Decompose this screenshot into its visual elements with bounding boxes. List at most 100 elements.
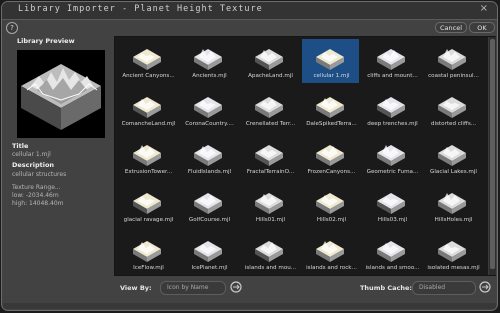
preview-heading: Library Preview (17, 37, 75, 45)
thumbnail-label: Hills01.mjl (255, 217, 286, 223)
terrain-thumbnail-icon (133, 241, 161, 262)
terrain-thumbnail-icon (255, 49, 283, 70)
terrain-thumbnail-icon (316, 97, 344, 118)
thumbnail-label: FrozenCanyons... (307, 169, 356, 175)
thumbnail-label: ApacheLand.mjl (248, 73, 293, 79)
thumbnail-item[interactable]: cliffs and mount... (363, 39, 421, 85)
terrain-thumbnail-icon (377, 49, 405, 70)
terrain-thumbnail-icon (133, 145, 161, 166)
thumbnail-item[interactable]: Hills01.mjl (241, 183, 299, 229)
thumbnail-label: deep trenches.mjl (367, 121, 418, 127)
view-by-label: View By: (120, 284, 152, 292)
title-value: cellular 1.mjl (12, 151, 51, 158)
thumbnail-item[interactable]: islands and mou... (241, 231, 299, 275)
thumbnail-item[interactable]: FrozenCanyons... (302, 135, 360, 181)
terrain-thumbnail-icon (377, 97, 405, 118)
description-label: Description (12, 161, 55, 169)
texture-range-high: high: 14048.40m (12, 200, 64, 207)
thumbnail-label: GolfCourse.mjl (188, 217, 231, 223)
ok-button[interactable]: OK (469, 22, 495, 33)
close-icon[interactable]: × (480, 3, 488, 14)
cancel-button[interactable]: Cancel (435, 22, 467, 33)
terrain-thumbnail-icon (194, 193, 222, 214)
thumbnail-item[interactable]: CoronaCountry.... (180, 87, 238, 133)
terrain-thumbnail-icon (438, 193, 466, 214)
thumbnail-label: IceFlow.mjl (133, 265, 164, 271)
thumbnail-grid[interactable]: Ancient Canyons... Ancients.mjl ApacheLand… (115, 37, 488, 275)
thumb-cache-label: Thumb Cache: (360, 284, 413, 292)
thumbnail-label: distorted cliffs... (430, 121, 477, 127)
help-button[interactable]: ? (6, 22, 18, 34)
thumbnail-label: CoronaCountry.... (185, 121, 234, 127)
terrain-thumbnail-icon (377, 193, 405, 214)
thumbnail-item[interactable]: GolfCourse.mjl (180, 183, 238, 229)
terrain-thumbnail-icon (438, 145, 466, 166)
thumbnail-item[interactable]: distorted cliffs... (424, 87, 482, 133)
footer-bar: View By: Icon by Name Thumb Cache: Disab… (114, 278, 494, 300)
texture-range-low: low: -2034.46m (12, 192, 59, 199)
thumbnail-item[interactable]: ExtrusionTower... (119, 135, 177, 181)
thumbnail-item[interactable]: IceFlow.mjl (119, 231, 177, 275)
terrain-thumbnail-icon (133, 97, 161, 118)
thumbnail-item[interactable]: HillsHoles.mjl (424, 183, 482, 229)
preview-panel: Library Preview Title cellular 1.mjl Des… (7, 37, 111, 277)
thumb-cache-dropdown-icon[interactable] (478, 280, 492, 294)
thumbnail-label: Hills03.mjl (377, 217, 408, 223)
vertical-scrollbar[interactable] (488, 37, 496, 275)
thumbnail-item[interactable]: Crenellated Terr... (241, 87, 299, 133)
thumbnail-label: Geometric Fuma... (366, 169, 419, 175)
texture-range-label: Texture Range... (12, 184, 61, 191)
terrain-thumbnail-icon (316, 241, 344, 262)
title-bar[interactable]: Library Importer - Planet Height Texture… (2, 2, 497, 20)
thumbnail-label: glacial ravage.mjl (123, 217, 174, 223)
terrain-thumbnail-icon (194, 49, 222, 70)
terrain-thumbnail-icon (194, 97, 222, 118)
thumbnail-item[interactable]: ComancheLand.mjl (119, 87, 177, 133)
thumbnail-label: Crenellated Terr... (245, 121, 296, 127)
thumbnail-label: FractalTerrainO... (246, 169, 295, 175)
thumbnail-label: Ancients.mjl (192, 73, 227, 79)
thumbnail-item[interactable]: Glacial Lakes.mjl (424, 135, 482, 181)
thumbnail-item[interactable]: cellular 1.mjl (302, 39, 360, 85)
terrain-thumbnail-icon (377, 145, 405, 166)
thumbnail-label: coastal peninsul... (428, 73, 479, 79)
thumbnail-label: Ancient Canyons... (122, 73, 175, 79)
terrain-thumbnail-icon (438, 241, 466, 262)
thumbnail-label: cliffs and mount... (367, 73, 418, 79)
thumbnail-item[interactable]: Hills03.mjl (363, 183, 421, 229)
thumbnail-item[interactable]: isolated mesas.mjl (424, 231, 482, 275)
terrain-thumbnail-icon (255, 145, 283, 166)
thumbnail-label: ExtrusionTower... (124, 169, 173, 175)
thumbnail-item[interactable]: islands and rock... (302, 231, 360, 275)
thumbnail-label: cellular 1.mjl (313, 73, 350, 79)
thumbnail-item[interactable]: Hills02.mjl (302, 183, 360, 229)
terrain-thumbnail-icon (133, 49, 161, 70)
thumbnail-item[interactable]: Geometric Fuma... (363, 135, 421, 181)
thumbnail-label: HillsHoles.mjl (434, 217, 473, 223)
terrain-thumbnail-icon (255, 193, 283, 214)
thumbnail-grid-frame: Ancient Canyons... Ancients.mjl ApacheLand… (114, 36, 496, 276)
terrain-thumbnail-icon (316, 193, 344, 214)
thumbnail-label: FluidIslands.mjl (187, 169, 232, 175)
thumbnail-item[interactable]: DaleSpikedTerra... (302, 87, 360, 133)
terrain-thumbnail-icon (255, 241, 283, 262)
window-title: Library Importer - Planet Height Texture (18, 4, 263, 14)
thumbnail-item[interactable]: islands and smoo... (363, 231, 421, 275)
thumbnail-item[interactable]: coastal peninsul... (424, 39, 482, 85)
thumb-cache-select[interactable]: Disabled (412, 281, 476, 295)
view-by-dropdown-icon[interactable] (229, 280, 243, 294)
terrain-thumbnail-icon (194, 241, 222, 262)
thumbnail-item[interactable]: deep trenches.mjl (363, 87, 421, 133)
scrollbar-thumb[interactable] (490, 39, 495, 269)
thumbnail-item[interactable]: FluidIslands.mjl (180, 135, 238, 181)
thumbnail-item[interactable]: glacial ravage.mjl (119, 183, 177, 229)
thumbnail-item[interactable]: Ancients.mjl (180, 39, 238, 85)
thumbnail-item[interactable]: Ancient Canyons... (119, 39, 177, 85)
thumbnail-item[interactable]: FractalTerrainO... (241, 135, 299, 181)
library-importer-window: Library Importer - Planet Height Texture… (1, 1, 498, 311)
thumbnail-item[interactable]: IcePlanet.mjl (180, 231, 238, 275)
terrain-thumbnail-icon (377, 241, 405, 262)
view-by-select[interactable]: Icon by Name (160, 281, 226, 295)
terrain-thumbnail-icon (133, 193, 161, 214)
thumbnail-item[interactable]: ApacheLand.mjl (241, 39, 299, 85)
